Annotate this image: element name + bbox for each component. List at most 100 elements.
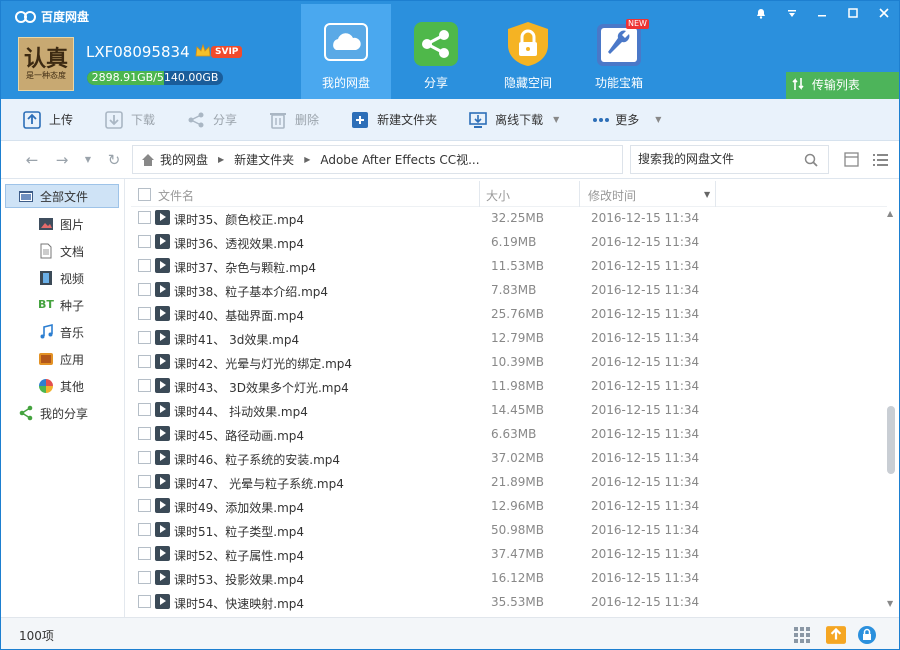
sidebar-item-music[interactable]: 音乐	[1, 320, 125, 344]
file-name[interactable]: 课时54、快速映射.mp4	[174, 595, 304, 612]
column-header-size[interactable]: 大小	[486, 187, 510, 204]
download-button[interactable]: 下载	[105, 99, 155, 141]
select-all-checkbox[interactable]	[138, 188, 151, 201]
file-name[interactable]: 课时38、粒子基本介绍.mp4	[174, 283, 328, 300]
table-row[interactable]: 课时54、快速映射.mp4 35.53MB 2016-12-15 11:34	[131, 590, 887, 614]
lock-status-icon[interactable]	[857, 625, 877, 645]
tab-toolbox[interactable]: NEW 功能宝箱	[574, 4, 664, 99]
row-checkbox[interactable]	[138, 499, 151, 512]
table-row[interactable]: 课时35、颜色校正.mp4 32.25MB 2016-12-15 11:34	[131, 206, 887, 230]
file-name[interactable]: 课时45、路径动画.mp4	[174, 427, 304, 444]
table-row[interactable]: 课时36、透视效果.mp4 6.19MB 2016-12-15 11:34	[131, 230, 887, 254]
table-row[interactable]: 课时46、粒子系统的安装.mp4 37.02MB 2016-12-15 11:34	[131, 446, 887, 470]
table-row[interactable]: 课时44、 抖动效果.mp4 14.45MB 2016-12-15 11:34	[131, 398, 887, 422]
breadcrumb-item-current[interactable]: Adobe After Effects CC视...	[320, 151, 479, 168]
history-dropdown-icon[interactable]: ▼	[79, 151, 97, 169]
search-input[interactable]: 搜索我的网盘文件	[630, 145, 829, 174]
table-row[interactable]: 课时52、粒子属性.mp4 37.47MB 2016-12-15 11:34	[131, 542, 887, 566]
file-name[interactable]: 课时44、 抖动效果.mp4	[174, 403, 308, 420]
row-checkbox[interactable]	[138, 211, 151, 224]
row-checkbox[interactable]	[138, 523, 151, 536]
file-name[interactable]: 课时35、颜色校正.mp4	[174, 211, 304, 228]
sidebar-item-my-shares[interactable]: 我的分享	[1, 401, 125, 425]
share-button[interactable]: 分享	[187, 99, 237, 141]
breadcrumb-item-my-disk[interactable]: 我的网盘	[160, 151, 208, 168]
vertical-scrollbar[interactable]: ▲ ▼	[885, 210, 897, 610]
file-name[interactable]: 课时43、 3D效果多个灯光.mp4	[174, 379, 349, 396]
table-row[interactable]: 课时47、 光晕与粒子系统.mp4 21.89MB 2016-12-15 11:34	[131, 470, 887, 494]
row-checkbox[interactable]	[138, 547, 151, 560]
row-checkbox[interactable]	[138, 307, 151, 320]
file-name[interactable]: 课时51、粒子类型.mp4	[174, 523, 304, 540]
file-name[interactable]: 课时46、粒子系统的安装.mp4	[174, 451, 340, 468]
file-name[interactable]: 课时53、投影效果.mp4	[174, 571, 304, 588]
offline-download-button[interactable]: 离线下载 ▼	[469, 99, 559, 141]
refresh-icon[interactable]: ↻	[105, 151, 123, 169]
sidebar-item-images[interactable]: 图片	[1, 212, 125, 236]
row-checkbox[interactable]	[138, 331, 151, 344]
table-row[interactable]: 课时45、路径动画.mp4 6.63MB 2016-12-15 11:34	[131, 422, 887, 446]
table-row[interactable]: 课时42、光晕与灯光的绑定.mp4 10.39MB 2016-12-15 11:34	[131, 350, 887, 374]
table-row[interactable]: 课时51、粒子类型.mp4 50.98MB 2016-12-15 11:34	[131, 518, 887, 542]
upload-status-icon[interactable]	[826, 625, 846, 645]
row-checkbox[interactable]	[138, 355, 151, 368]
row-checkbox[interactable]	[138, 571, 151, 584]
tab-hidden-space[interactable]: 隐藏空间	[483, 4, 575, 99]
avatar[interactable]: 认真 是一种态度	[18, 37, 74, 91]
file-name[interactable]: 课时47、 光晕与粒子系统.mp4	[174, 475, 344, 492]
table-row[interactable]: 课时40、基础界面.mp4 25.76MB 2016-12-15 11:34	[131, 302, 887, 326]
upload-button[interactable]: 上传	[23, 99, 73, 141]
back-icon[interactable]: ←	[23, 151, 41, 169]
delete-button[interactable]: 删除	[269, 99, 319, 141]
tab-share[interactable]: 分享	[391, 4, 481, 99]
column-header-modified[interactable]: 修改时间	[588, 187, 636, 204]
table-row[interactable]: 课时41、 3d效果.mp4 12.79MB 2016-12-15 11:34	[131, 326, 887, 350]
row-checkbox[interactable]	[138, 595, 151, 608]
file-name[interactable]: 课时41、 3d效果.mp4	[174, 331, 299, 348]
forward-icon[interactable]: →	[53, 151, 71, 169]
search-icon[interactable]	[804, 153, 818, 167]
scrollbar-thumb[interactable]	[887, 406, 895, 474]
file-name[interactable]: 课时37、杂色与颗粒.mp4	[174, 259, 316, 276]
tab-my-disk[interactable]: 我的网盘	[301, 4, 391, 99]
table-row[interactable]: 课时53、投影效果.mp4 16.12MB 2016-12-15 11:34	[131, 566, 887, 590]
transfer-list-button[interactable]: 传输列表(5097)	[786, 72, 899, 119]
file-name[interactable]: 课时36、透视效果.mp4	[174, 235, 304, 252]
close-icon[interactable]	[868, 1, 899, 25]
menu-icon[interactable]	[777, 1, 808, 25]
table-row[interactable]: 课时37、杂色与颗粒.mp4 11.53MB 2016-12-15 11:34	[131, 254, 887, 278]
column-header-name[interactable]: 文件名	[158, 187, 194, 204]
file-name[interactable]: 课时52、粒子属性.mp4	[174, 547, 304, 564]
more-button[interactable]: 更多 ▼	[591, 99, 661, 141]
scroll-down-icon[interactable]: ▼	[887, 600, 895, 608]
table-row[interactable]: 课时43、 3D效果多个灯光.mp4 11.98MB 2016-12-15 11:3…	[131, 374, 887, 398]
row-checkbox[interactable]	[138, 283, 151, 296]
sidebar-item-all-files[interactable]: 全部文件	[5, 184, 119, 208]
minimize-icon[interactable]	[807, 1, 838, 25]
new-folder-button[interactable]: 新建文件夹	[351, 99, 437, 141]
row-checkbox[interactable]	[138, 451, 151, 464]
home-icon[interactable]	[141, 153, 155, 167]
breadcrumb-item-folder[interactable]: 新建文件夹	[234, 151, 294, 168]
row-checkbox[interactable]	[138, 379, 151, 392]
row-checkbox[interactable]	[138, 235, 151, 248]
maximize-icon[interactable]	[838, 1, 869, 25]
file-name[interactable]: 课时40、基础界面.mp4	[174, 307, 304, 324]
table-row[interactable]: 课时49、添加效果.mp4 12.96MB 2016-12-15 11:34	[131, 494, 887, 518]
scroll-up-icon[interactable]: ▲	[887, 210, 895, 218]
row-checkbox[interactable]	[138, 259, 151, 272]
notification-icon[interactable]	[746, 1, 777, 25]
table-row[interactable]: 课时38、粒子基本介绍.mp4 7.83MB 2016-12-15 11:34	[131, 278, 887, 302]
sidebar-item-videos[interactable]: 视频	[1, 266, 125, 290]
file-name[interactable]: 课时49、添加效果.mp4	[174, 499, 304, 516]
sidebar-item-torrents[interactable]: BT 种子	[1, 293, 125, 317]
row-checkbox[interactable]	[138, 427, 151, 440]
sort-desc-icon[interactable]: ▼	[704, 190, 710, 199]
file-name[interactable]: 课时42、光晕与灯光的绑定.mp4	[174, 355, 352, 372]
view-mode-icons[interactable]	[843, 151, 893, 169]
sidebar-item-other[interactable]: 其他	[1, 374, 125, 398]
sidebar-item-documents[interactable]: 文档	[1, 239, 125, 263]
sidebar-item-apps[interactable]: 应用	[1, 347, 125, 371]
row-checkbox[interactable]	[138, 403, 151, 416]
row-checkbox[interactable]	[138, 475, 151, 488]
